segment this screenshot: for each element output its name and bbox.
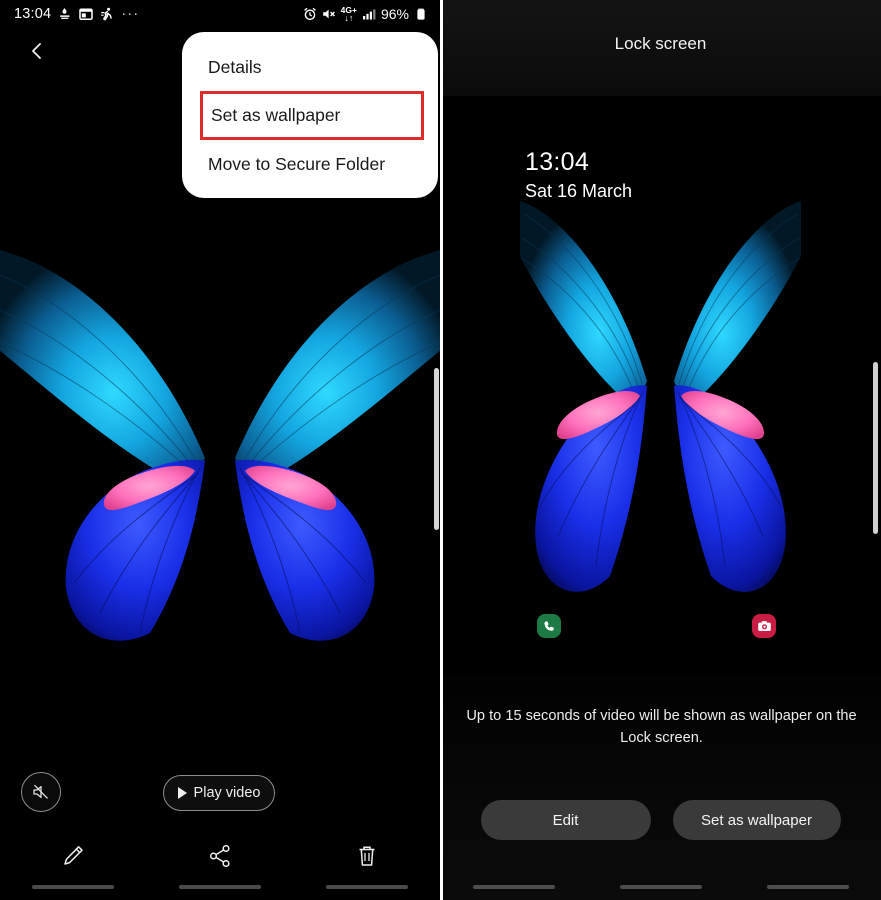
calendar-icon <box>79 7 94 21</box>
nav-pill-recents[interactable] <box>32 885 115 889</box>
lock-screen-clock: 13:04 Sat 16 March <box>525 148 632 203</box>
share-icon <box>209 844 230 868</box>
gallery-viewer-panel: 13:04 ··· 4G+ ↓↑ 96% Details Set as wall… <box>0 0 440 900</box>
wallpaper-info-caption: Up to 15 seconds of video will be shown … <box>466 708 857 746</box>
lock-screen-wallpaper-preview[interactable] <box>440 96 881 676</box>
nav-pill-back[interactable] <box>325 885 408 889</box>
page-title: Lock screen <box>614 34 707 53</box>
play-video-button[interactable]: Play video <box>163 775 275 811</box>
do-not-disturb-icon <box>58 7 72 21</box>
set-as-wallpaper-button[interactable]: Set as wallpaper <box>672 800 841 840</box>
navigation-bar-left <box>0 874 440 900</box>
play-triangle-icon <box>177 787 187 799</box>
mute-icon <box>322 7 336 21</box>
menu-item-set-as-wallpaper[interactable]: Set as wallpaper <box>200 91 424 140</box>
mute-button[interactable] <box>21 772 61 812</box>
screenshot-root: 13:04 ··· 4G+ ↓↑ 96% Details Set as wall… <box>0 0 881 900</box>
lock-screen-preview-panel: Lock screen 13:04 Sat 16 March Up to 15 … <box>440 0 881 900</box>
battery-percent-label: 96% <box>380 6 409 22</box>
photo-scrollbar[interactable] <box>434 368 439 530</box>
edit-button[interactable] <box>0 843 147 869</box>
wallpaper-photo[interactable] <box>0 213 440 650</box>
nav-pill-home[interactable] <box>178 885 261 889</box>
context-menu: Details Set as wallpaper Move to Secure … <box>182 32 438 198</box>
butterfly-image-preview <box>440 96 881 676</box>
menu-item-details[interactable]: Details <box>182 46 438 89</box>
lock-clock-time: 13:04 <box>525 148 590 176</box>
lock-clock-date: Sat 16 March <box>525 180 633 201</box>
mute-speaker-icon <box>33 784 48 799</box>
edit-pencil-icon <box>64 846 84 865</box>
panel-divider <box>440 0 443 900</box>
status-bar-right: 4G+ ↓↑ 96% <box>303 5 440 23</box>
status-bar-clock: 13:04 <box>14 6 52 22</box>
status-bar: 13:04 ··· 4G+ ↓↑ 96% <box>0 0 440 28</box>
tool-row <box>0 832 440 880</box>
overflow-dots-icon: ··· <box>121 5 140 22</box>
edit-wallpaper-button[interactable]: Edit <box>480 800 651 840</box>
nav-pill-back-right[interactable] <box>766 885 849 889</box>
butterfly-image <box>0 213 440 650</box>
battery-icon <box>414 7 428 21</box>
status-bar-left: 13:04 ··· <box>0 6 139 22</box>
menu-item-move-to-secure-folder[interactable]: Move to Secure Folder <box>182 143 438 186</box>
preview-scrollbar[interactable] <box>873 362 878 534</box>
running-icon <box>100 7 114 21</box>
navigation-bar-right <box>440 874 881 900</box>
alarm-icon <box>303 7 317 21</box>
action-button-row: Edit Set as wallpaper <box>440 800 881 840</box>
delete-button[interactable] <box>293 843 440 869</box>
phone-shortcut-icon[interactable] <box>537 614 561 638</box>
camera-shortcut-icon[interactable] <box>752 614 776 638</box>
nav-pill-home-right[interactable] <box>619 885 702 889</box>
nav-pill-recents-right[interactable] <box>472 885 555 889</box>
signal-bars-icon <box>362 7 376 21</box>
play-video-label: Play video <box>193 785 261 801</box>
network-4g-plus-icon: 4G+ ↓↑ <box>340 5 357 23</box>
delete-trash-icon <box>359 846 375 866</box>
back-button[interactable] <box>20 34 54 68</box>
back-arrow-icon <box>32 43 41 59</box>
share-button[interactable] <box>147 843 294 869</box>
